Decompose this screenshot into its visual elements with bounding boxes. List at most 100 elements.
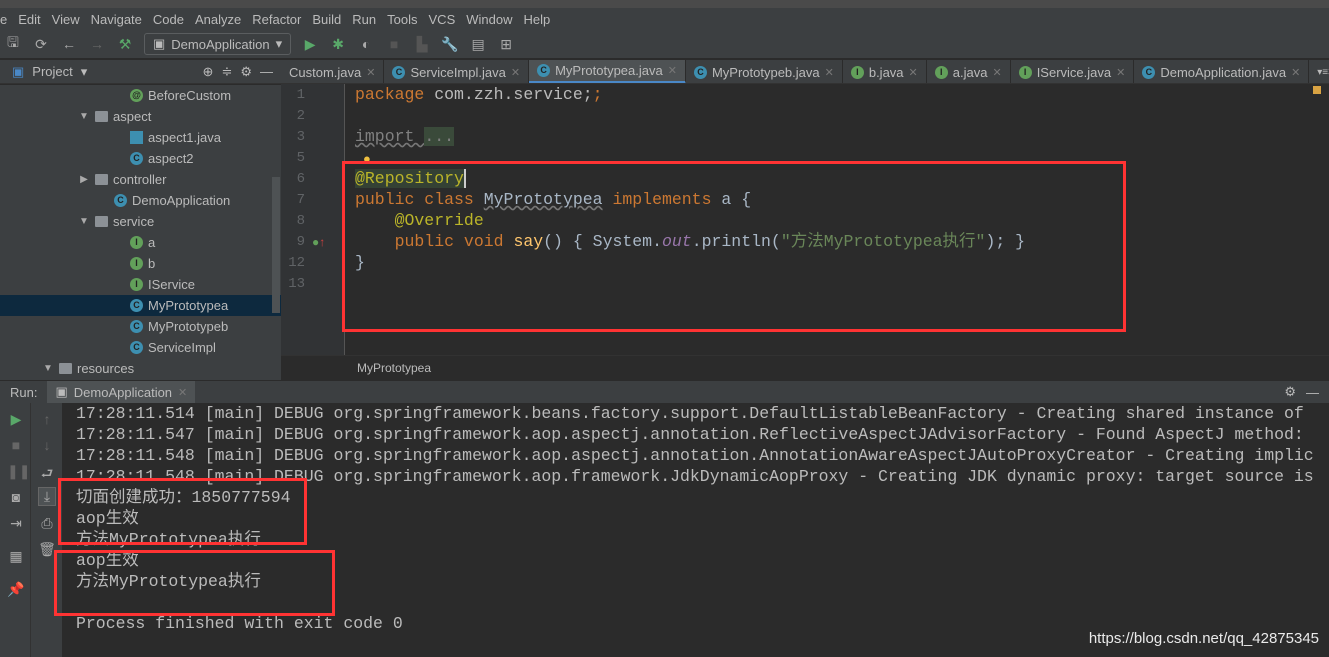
- collapse-icon[interactable]: ≑: [221, 64, 232, 80]
- menu-item-vcs[interactable]: VCS: [429, 12, 456, 27]
- stop-icon[interactable]: ■: [7, 437, 25, 453]
- menu-item-run[interactable]: Run: [352, 12, 376, 27]
- menu-item-edit[interactable]: Edit: [18, 12, 40, 27]
- stop-icon[interactable]: ■: [385, 36, 403, 52]
- tree-item[interactable]: C MyPrototypea: [0, 295, 281, 316]
- exit-icon[interactable]: ⇥: [7, 515, 25, 532]
- tab-myprototypeb-java[interactable]: C MyPrototypeb.java ✕: [686, 60, 843, 83]
- back-icon[interactable]: ←: [60, 36, 78, 52]
- expanded-arrow-icon[interactable]: ▼: [78, 216, 90, 227]
- gear-icon[interactable]: ⚙: [240, 64, 252, 80]
- save-icon[interactable]: 🖫: [4, 32, 22, 56]
- close-icon[interactable]: ✕: [366, 66, 375, 79]
- tree-item[interactable]: ▼ aspect: [0, 106, 281, 127]
- layout-icon[interactable]: ▦: [7, 548, 25, 565]
- folded-imports[interactable]: ...: [424, 127, 455, 146]
- tree-item[interactable]: Ib: [0, 253, 281, 274]
- tabs-overflow-button[interactable]: ▾≡3: [1309, 60, 1329, 83]
- soft-wrap-icon[interactable]: ⮐: [38, 463, 56, 487]
- minimize-icon[interactable]: —: [260, 64, 273, 79]
- interface-icon: I: [934, 65, 948, 79]
- menu-item-view[interactable]: View: [52, 12, 80, 27]
- close-icon[interactable]: ✕: [668, 64, 677, 77]
- expanded-arrow-icon[interactable]: ▼: [42, 363, 54, 374]
- close-icon[interactable]: ✕: [511, 66, 520, 79]
- expanded-arrow-icon[interactable]: ▼: [78, 111, 90, 122]
- menu-item-analyze[interactable]: Analyze: [195, 12, 241, 27]
- build-icon[interactable]: ▙: [413, 36, 431, 53]
- tree-item[interactable]: ▼ resources: [0, 358, 281, 379]
- chevron-down-icon[interactable]: ▾: [81, 64, 88, 80]
- breadcrumb[interactable]: MyPrototypea: [281, 355, 1329, 379]
- menu-item-help[interactable]: Help: [524, 12, 551, 27]
- tab-b-java[interactable]: Ib.java ✕: [843, 60, 927, 83]
- console-line: Process finished with exit code 0: [76, 614, 403, 633]
- implements-marker-icon[interactable]: ●↑: [312, 235, 325, 249]
- inspection-status-icon[interactable]: [1313, 86, 1321, 94]
- tab-iservice-java[interactable]: I IService.java ✕: [1011, 60, 1135, 83]
- run-icon[interactable]: ▶: [301, 36, 319, 53]
- line-number: 3: [296, 129, 305, 145]
- close-icon[interactable]: ✕: [992, 66, 1001, 79]
- up-arrow-icon[interactable]: ↑: [38, 411, 56, 427]
- highlight-box-code: [342, 161, 1126, 332]
- tab-serviceimpl-java[interactable]: C ServiceImpl.java ✕: [384, 60, 530, 83]
- tab-myprototypea-java[interactable]: C MyPrototypea.java ✕: [529, 60, 686, 83]
- tree-item[interactable]: ▶ controller: [0, 169, 281, 190]
- tree-item[interactable]: C DemoApplication: [0, 190, 281, 211]
- menu-item-window[interactable]: Window: [466, 12, 512, 27]
- close-icon[interactable]: ✕: [909, 66, 918, 79]
- menu-item-tools[interactable]: Tools: [387, 12, 417, 27]
- forward-icon[interactable]: →: [88, 36, 106, 52]
- print-icon[interactable]: ⎙: [38, 515, 56, 532]
- scroll-to-end-icon[interactable]: ⤓: [38, 487, 56, 506]
- tree-item-label: aspect: [113, 109, 152, 124]
- close-icon[interactable]: ✕: [1291, 66, 1300, 79]
- pin-icon[interactable]: 📌: [7, 581, 25, 598]
- camera-icon[interactable]: ◙: [7, 489, 25, 505]
- line-number: 9: [296, 234, 305, 250]
- pause-icon[interactable]: ❚❚: [7, 463, 30, 480]
- tree-item[interactable]: C ServiceImpl: [0, 337, 281, 358]
- collapsed-arrow-icon[interactable]: ▶: [78, 174, 90, 185]
- tree-item[interactable]: aspect1.java: [0, 127, 281, 148]
- menu-item-e[interactable]: e: [0, 12, 7, 27]
- sdk-manager-icon[interactable]: ⊞: [497, 36, 515, 53]
- menu-item-navigate[interactable]: Navigate: [91, 12, 142, 27]
- tab-custom-java[interactable]: Custom.java ✕: [281, 60, 385, 83]
- tab-a-java[interactable]: Ia.java ✕: [927, 60, 1011, 83]
- line-number: 1: [296, 87, 305, 103]
- run-tab[interactable]: ▣ DemoApplication ✕: [47, 380, 196, 404]
- tree-item[interactable]: ▼ service: [0, 211, 281, 232]
- tab-demoapplication-java[interactable]: C DemoApplication.java ✕: [1134, 60, 1310, 83]
- close-icon[interactable]: ✕: [178, 386, 187, 399]
- tree-scrollbar[interactable]: [272, 177, 280, 313]
- close-icon[interactable]: ✕: [1116, 66, 1125, 79]
- gear-icon[interactable]: ⚙: [1284, 384, 1296, 400]
- project-structure-icon[interactable]: ▤: [469, 36, 487, 53]
- menu-item-refactor[interactable]: Refactor: [252, 12, 301, 27]
- main-toolbar: 🖫 ⟳ ← → ⚒ ▣ DemoApplication ▾ ▶ ✱ ◐ ■ ▙ …: [0, 30, 1329, 59]
- close-icon[interactable]: ✕: [825, 66, 834, 79]
- rerun-icon[interactable]: ▶: [7, 411, 25, 428]
- tree-item[interactable]: I IService: [0, 274, 281, 295]
- tree-item[interactable]: Caspect2: [0, 148, 281, 169]
- menu-item-code[interactable]: Code: [153, 12, 184, 27]
- wrench-icon[interactable]: 🔧: [441, 36, 459, 53]
- minimize-icon[interactable]: —: [1306, 385, 1319, 400]
- sync-icon[interactable]: ⟳: [32, 36, 50, 53]
- tree-item[interactable]: Ia: [0, 232, 281, 253]
- tree-item[interactable]: C MyPrototypeb: [0, 316, 281, 337]
- debug-icon[interactable]: ✱: [329, 36, 347, 53]
- build-hammer-icon[interactable]: ⚒: [116, 36, 134, 53]
- down-arrow-icon[interactable]: ↓: [38, 437, 56, 453]
- tree-item[interactable]: @ BeforeCustom: [0, 85, 281, 106]
- tab-label: Custom.java: [289, 64, 362, 80]
- locate-icon[interactable]: ⊕: [203, 64, 214, 80]
- project-title[interactable]: Project: [32, 64, 72, 79]
- run-configuration-dropdown[interactable]: ▣ DemoApplication ▾: [144, 33, 292, 55]
- project-icon: ▣: [12, 63, 25, 79]
- menu-item-build[interactable]: Build: [312, 12, 341, 27]
- coverage-icon[interactable]: ◐: [357, 36, 375, 52]
- line-number: 6: [296, 171, 305, 187]
